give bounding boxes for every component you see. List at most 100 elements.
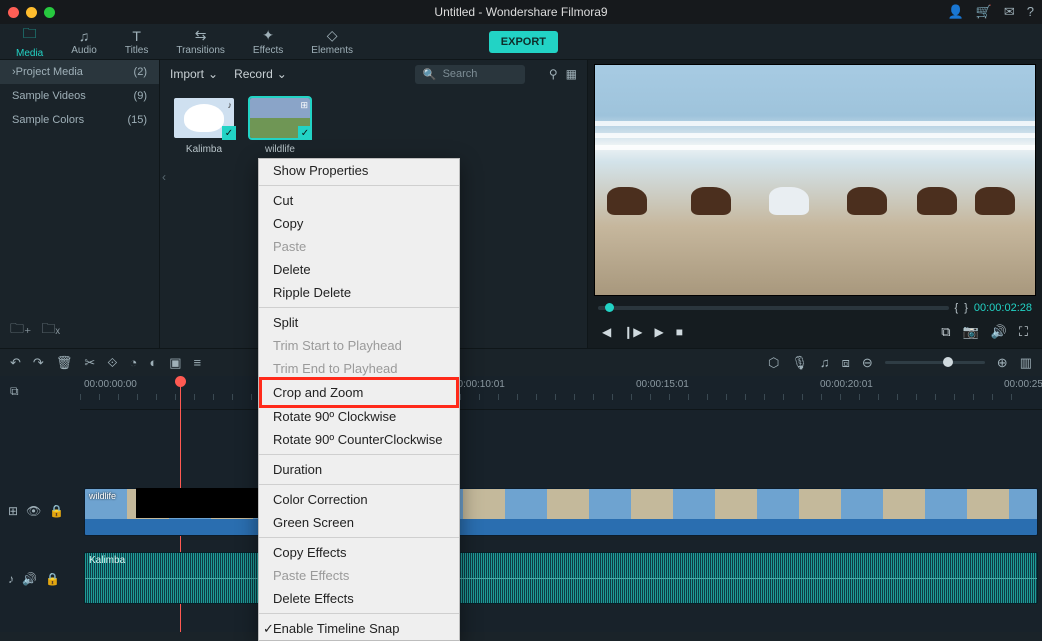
menu-crop-and-zoom[interactable]: Crop and Zoom xyxy=(273,381,445,404)
track-mute-icon[interactable]: 🔊 xyxy=(22,572,37,586)
track-visible-icon[interactable]: 👁 xyxy=(26,504,41,518)
mark-out-icon[interactable]: } xyxy=(964,302,968,314)
track-manager-icon[interactable]: ⧉ xyxy=(10,384,19,399)
menu-ripple-delete[interactable]: Ripple Delete xyxy=(259,281,459,304)
tab-titles-label: Titles xyxy=(125,45,149,56)
snapshot-icon[interactable]: 📷 xyxy=(963,324,979,340)
zoom-in-icon[interactable]: ⊕ xyxy=(997,355,1008,371)
tab-audio[interactable]: ♫Audio xyxy=(63,26,105,58)
filter-icon[interactable]: ⚲ xyxy=(549,67,558,81)
effects-icon: ✦ xyxy=(262,27,274,44)
mark-in-icon[interactable]: { xyxy=(955,302,959,314)
context-menu: Show Properties Cut Copy Paste Delete Ri… xyxy=(258,158,460,641)
stop-button[interactable]: ■ xyxy=(676,325,683,339)
color-icon[interactable]: ◐ xyxy=(149,355,157,370)
settings-icon[interactable]: ≡ xyxy=(194,355,202,370)
menu-paste-effects: Paste Effects xyxy=(259,564,459,587)
fullscreen-icon[interactable]: ⛶ xyxy=(1019,324,1028,340)
maximize-window-button[interactable] xyxy=(44,7,55,18)
menu-copy[interactable]: Copy xyxy=(259,212,459,235)
export-button[interactable]: EXPORT xyxy=(489,31,558,53)
collapse-sidebar-icon[interactable]: ‹ xyxy=(162,170,166,184)
render-icon[interactable]: ⧈ xyxy=(842,355,850,371)
menu-cut[interactable]: Cut xyxy=(259,189,459,212)
greenscreen-icon[interactable]: ▣ xyxy=(169,355,181,371)
volume-icon[interactable]: 🔊 xyxy=(991,324,1007,340)
account-icon[interactable]: 👤 xyxy=(947,4,963,20)
tab-titles[interactable]: TTitles xyxy=(117,26,157,58)
menu-color-correction[interactable]: Color Correction xyxy=(259,488,459,511)
sidebar-item-project-media[interactable]: ›Project Media (2) xyxy=(0,60,159,84)
minimize-window-button[interactable] xyxy=(26,7,37,18)
video-clip-gap[interactable] xyxy=(136,488,262,518)
elements-icon: ◇ xyxy=(327,27,338,44)
play-button[interactable]: ▶ xyxy=(655,325,664,339)
tab-transitions[interactable]: ⇆Transitions xyxy=(168,25,233,58)
thumb-label: Kalimba xyxy=(174,144,234,155)
media-thumbnails: ♪ ✓ Kalimba ⊞✓ wildlife xyxy=(160,88,587,165)
menu-rotate-ccw[interactable]: Rotate 90º CounterClockwise xyxy=(259,428,459,451)
sidebar-item-sample-colors[interactable]: Sample Colors (15) xyxy=(0,108,159,132)
track-lock-icon[interactable]: 🔒 xyxy=(49,504,64,518)
preview-scrubber[interactable]: { } 00:00:02:28 xyxy=(594,296,1036,320)
sidebar-item-count: (15) xyxy=(127,114,147,126)
zoom-fit-icon[interactable]: ▥ xyxy=(1020,355,1032,371)
prev-frame-button[interactable]: ◀ xyxy=(602,325,611,339)
mixer-icon[interactable]: ♫ xyxy=(820,355,830,370)
mic-icon[interactable]: 🎙 xyxy=(791,355,808,371)
delete-icon[interactable]: 🗑 xyxy=(56,355,73,371)
tab-media[interactable]: 🗀Media xyxy=(8,21,51,63)
track-lock-icon[interactable]: 🔒 xyxy=(45,572,60,586)
ruler-label: 00:00:00:00 xyxy=(84,379,137,390)
redo-icon[interactable]: ↷ xyxy=(33,355,44,371)
screen-icon[interactable]: ⧉ xyxy=(941,324,950,340)
audio-clip[interactable]: Kalimba xyxy=(84,552,1038,604)
speed-icon[interactable]: ◔ xyxy=(129,355,137,370)
tab-audio-label: Audio xyxy=(71,45,97,56)
media-item-kalimba[interactable]: ♪ ✓ Kalimba xyxy=(174,98,234,155)
search-input[interactable]: 🔍Search xyxy=(415,65,525,84)
menu-delete-effects[interactable]: Delete Effects xyxy=(259,587,459,610)
undo-icon[interactable]: ↶ xyxy=(10,355,21,371)
crop-icon[interactable]: ⟐ xyxy=(107,355,117,371)
marker-icon[interactable]: ⬡ xyxy=(768,355,779,371)
zoom-slider[interactable] xyxy=(885,361,985,364)
menu-duration[interactable]: Duration xyxy=(259,458,459,481)
record-dropdown[interactable]: Record ⌄ xyxy=(234,67,287,81)
timeline-ruler[interactable]: 00:00:00:00 00:00:05:01 00:00:10:01 00:0… xyxy=(80,376,1042,410)
video-track-header: ⊞ 👁 🔒 xyxy=(0,504,80,518)
audio-clip-label: Kalimba xyxy=(89,555,125,566)
menu-show-properties[interactable]: Show Properties xyxy=(259,159,459,182)
menu-rotate-cw[interactable]: Rotate 90º Clockwise xyxy=(259,405,459,428)
preview-video[interactable] xyxy=(594,64,1036,296)
play-pause-button[interactable]: ❙▶ xyxy=(623,325,642,339)
cut-icon[interactable]: ✂ xyxy=(84,355,95,371)
track-type-icon[interactable]: ⊞ xyxy=(8,504,18,518)
audio-track-icon[interactable]: ♪ xyxy=(8,572,14,586)
tab-effects[interactable]: ✦Effects xyxy=(245,25,291,58)
delete-folder-icon[interactable]: 🗀ₓ xyxy=(41,318,60,342)
timeline[interactable]: ⧉ 00:00:00:00 00:00:05:01 00:00:10:01 00… xyxy=(0,376,1042,632)
music-icon: ♪ xyxy=(228,100,233,110)
menu-green-screen[interactable]: Green Screen xyxy=(259,511,459,534)
new-folder-icon[interactable]: 🗀₊ xyxy=(10,318,31,342)
import-dropdown[interactable]: Import ⌄ xyxy=(170,67,218,81)
window-title: Untitled - Wondershare Filmora9 xyxy=(434,5,607,19)
sidebar-item-count: (2) xyxy=(134,66,147,78)
zoom-out-icon[interactable]: ⊖ xyxy=(862,355,873,371)
cart-icon[interactable]: 🛒 xyxy=(976,4,992,20)
menu-split[interactable]: Split xyxy=(259,311,459,334)
help-icon[interactable]: ? xyxy=(1027,4,1034,20)
tab-elements[interactable]: ◇Elements xyxy=(303,25,361,58)
menu-delete[interactable]: Delete xyxy=(259,258,459,281)
menu-enable-timeline-snap[interactable]: Enable Timeline Snap xyxy=(259,617,459,640)
chevron-down-icon: ⌄ xyxy=(277,67,287,81)
tab-media-label: Media xyxy=(16,48,43,59)
media-item-wildlife[interactable]: ⊞✓ wildlife xyxy=(250,98,310,155)
close-window-button[interactable] xyxy=(8,7,19,18)
grid-view-icon[interactable]: ▦ xyxy=(566,67,577,81)
message-icon[interactable]: ✉︎ xyxy=(1004,4,1015,20)
check-icon: ✓ xyxy=(222,126,236,140)
menu-copy-effects[interactable]: Copy Effects xyxy=(259,541,459,564)
sidebar-item-sample-videos[interactable]: Sample Videos (9) xyxy=(0,84,159,108)
